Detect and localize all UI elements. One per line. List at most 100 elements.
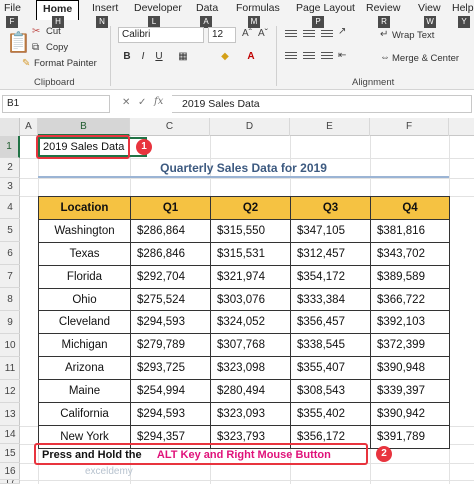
column-header-c[interactable]: C	[130, 118, 210, 136]
tab-developer[interactable]: Developer	[134, 2, 182, 14]
shrink-font-icon[interactable]: Aˇ	[258, 28, 268, 39]
formula-input[interactable]: 2019 Sales Data	[172, 95, 472, 113]
q1-cell[interactable]: $275,524	[130, 287, 211, 312]
q3-cell[interactable]: $347,105	[290, 218, 371, 243]
q4-cell[interactable]: $392,103	[370, 310, 450, 335]
align-top-icon[interactable]	[284, 28, 298, 40]
header-q2[interactable]: Q2	[210, 196, 291, 220]
worksheet-grid[interactable]: 2019 Sales Data 1 Quarterly Sales Data f…	[20, 135, 474, 484]
align-bottom-icon[interactable]	[320, 28, 334, 40]
grow-font-icon[interactable]: Aˆ	[242, 28, 252, 39]
row-header-17[interactable]: 17	[0, 480, 20, 484]
q2-cell[interactable]: $323,093	[210, 402, 291, 426]
q1-cell[interactable]: $293,725	[130, 356, 211, 381]
row-header-4[interactable]: 4	[0, 196, 20, 219]
row-header-5[interactable]: 5	[0, 219, 20, 242]
location-cell[interactable]: Ohio	[38, 287, 131, 312]
header-q3[interactable]: Q3	[290, 196, 371, 220]
q3-cell[interactable]: $355,402	[290, 402, 371, 426]
q4-cell[interactable]: $391,789	[370, 424, 450, 449]
fill-color-icon[interactable]: ◆	[218, 50, 232, 64]
paste-icon[interactable]: 📋	[6, 30, 31, 55]
copy-button[interactable]: Copy	[46, 42, 68, 53]
header-q1[interactable]: Q1	[130, 196, 211, 220]
wrap-text-button[interactable]: Wrap Text	[392, 30, 434, 41]
row-header-14[interactable]: 14	[0, 426, 20, 444]
q4-cell[interactable]: $366,722	[370, 287, 450, 312]
q1-cell[interactable]: $294,593	[130, 310, 211, 335]
underline-button[interactable]: U	[152, 50, 166, 64]
q1-cell[interactable]: $292,704	[130, 264, 211, 289]
font-color-icon[interactable]: A	[244, 50, 258, 64]
tab-data[interactable]: Data	[196, 2, 218, 14]
bold-button[interactable]: B	[120, 50, 134, 64]
location-cell[interactable]: Florida	[38, 264, 131, 289]
q2-cell[interactable]: $324,052	[210, 310, 291, 335]
select-all-corner[interactable]	[0, 118, 20, 136]
align-center-icon[interactable]	[302, 50, 316, 62]
q2-cell[interactable]: $280,494	[210, 379, 291, 404]
row-header-9[interactable]: 9	[0, 311, 20, 334]
q2-cell[interactable]: $307,768	[210, 333, 291, 358]
cancel-icon[interactable]: ✕	[122, 97, 130, 108]
column-header-e[interactable]: E	[290, 118, 370, 136]
header-location[interactable]: Location	[38, 196, 131, 220]
row-header-12[interactable]: 12	[0, 380, 20, 403]
q3-cell[interactable]: $333,384	[290, 287, 371, 312]
location-cell[interactable]: Maine	[38, 379, 131, 404]
tab-page-layout[interactable]: Page Layout	[296, 2, 355, 14]
column-header-b[interactable]: B	[38, 118, 130, 136]
tab-formulas[interactable]: Formulas	[236, 2, 280, 14]
q2-cell[interactable]: $303,076	[210, 287, 291, 312]
q3-cell[interactable]: $338,545	[290, 333, 371, 358]
row-header-3[interactable]: 3	[0, 178, 20, 196]
row-header-11[interactable]: 11	[0, 357, 20, 380]
tab-view[interactable]: View	[418, 2, 441, 14]
tab-review[interactable]: Review	[366, 2, 400, 14]
column-header-f[interactable]: F	[370, 118, 449, 136]
tab-insert[interactable]: Insert	[92, 2, 118, 14]
row-header-1[interactable]: 1	[0, 136, 20, 158]
q2-cell[interactable]: $315,550	[210, 218, 291, 243]
row-header-10[interactable]: 10	[0, 334, 20, 357]
q1-cell[interactable]: $254,994	[130, 379, 211, 404]
q4-cell[interactable]: $390,942	[370, 402, 450, 426]
row-header-2[interactable]: 2	[0, 158, 20, 178]
q3-cell[interactable]: $354,172	[290, 264, 371, 289]
format-painter-button[interactable]: Format Painter	[34, 58, 97, 69]
location-cell[interactable]: Washington	[38, 218, 131, 243]
column-header-d[interactable]: D	[210, 118, 290, 136]
q4-cell[interactable]: $343,702	[370, 241, 450, 266]
indent-icon[interactable]: ⇤	[338, 50, 346, 61]
q4-cell[interactable]: $372,399	[370, 333, 450, 358]
header-q4[interactable]: Q4	[370, 196, 450, 220]
q3-cell[interactable]: $312,457	[290, 241, 371, 266]
q4-cell[interactable]: $381,816	[370, 218, 450, 243]
tab-help[interactable]: Help	[452, 2, 474, 14]
q3-cell[interactable]: $356,457	[290, 310, 371, 335]
row-header-15[interactable]: 15	[0, 444, 20, 463]
q1-cell[interactable]: $294,593	[130, 402, 211, 426]
q1-cell[interactable]: $286,846	[130, 241, 211, 266]
q3-cell[interactable]: $308,543	[290, 379, 371, 404]
location-cell[interactable]: Arizona	[38, 356, 131, 381]
q4-cell[interactable]: $339,397	[370, 379, 450, 404]
q4-cell[interactable]: $389,589	[370, 264, 450, 289]
align-left-icon[interactable]	[284, 50, 298, 62]
location-cell[interactable]: California	[38, 402, 131, 426]
row-header-6[interactable]: 6	[0, 242, 20, 265]
enter-icon[interactable]: ✓	[138, 97, 146, 108]
q4-cell[interactable]: $390,948	[370, 356, 450, 381]
row-header-7[interactable]: 7	[0, 265, 20, 288]
location-cell[interactable]: Cleveland	[38, 310, 131, 335]
font-name-select[interactable]: Calibri	[118, 27, 204, 43]
font-size-select[interactable]: 12	[208, 27, 236, 43]
q1-cell[interactable]: $286,864	[130, 218, 211, 243]
borders-icon[interactable]: ▦	[176, 50, 190, 64]
row-header-16[interactable]: 16	[0, 463, 20, 480]
row-header-13[interactable]: 13	[0, 403, 20, 426]
q2-cell[interactable]: $315,531	[210, 241, 291, 266]
q3-cell[interactable]: $355,407	[290, 356, 371, 381]
italic-button[interactable]: I	[136, 50, 150, 64]
orientation-icon[interactable]: ↗	[338, 26, 346, 37]
